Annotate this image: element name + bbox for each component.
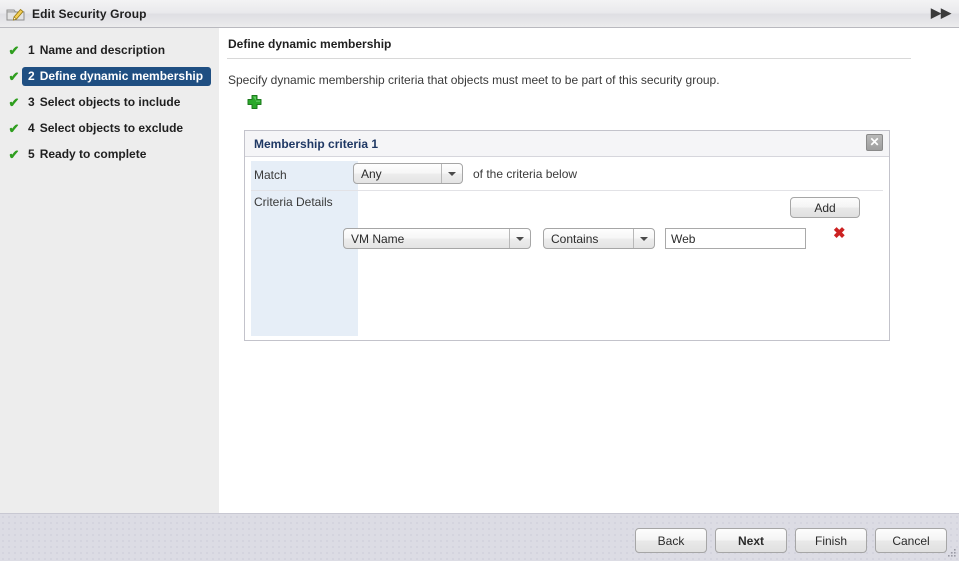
finish-button[interactable]: Finish xyxy=(795,528,867,553)
membership-criteria-title: Membership criteria 1 xyxy=(254,137,378,151)
green-plus-icon[interactable] xyxy=(246,94,263,111)
window-titlebar: Edit Security Group ▶▶ xyxy=(0,0,959,28)
sidebar-step-name-and-description[interactable]: ✔ 1Name and description xyxy=(0,40,219,60)
criterion-operator-value: Contains xyxy=(551,232,598,246)
step-number: 2 xyxy=(28,69,40,83)
step-complete-check-icon: ✔ xyxy=(6,44,22,57)
criteria-details-row-label: Criteria Details xyxy=(254,195,333,209)
add-criterion-button[interactable]: Add xyxy=(790,197,860,218)
match-row-label: Match xyxy=(254,168,287,182)
back-button[interactable]: Back xyxy=(635,528,707,553)
sidebar-step-select-objects-to-include[interactable]: ✔ 3Select objects to include xyxy=(0,92,219,112)
criterion-operator-select[interactable]: Contains xyxy=(543,228,655,249)
title-divider xyxy=(227,58,911,59)
window-title: Edit Security Group xyxy=(32,7,147,21)
criterion-attribute-select[interactable]: VM Name xyxy=(343,228,531,249)
step-number: 5 xyxy=(28,147,40,161)
row-divider xyxy=(251,190,883,191)
step-label-text: Name and description xyxy=(40,43,165,57)
match-select-value: Any xyxy=(361,167,382,181)
match-select[interactable]: Any xyxy=(353,163,463,184)
chevron-down-icon xyxy=(441,164,462,183)
step-complete-check-icon: ✔ xyxy=(6,96,22,109)
step-number: 1 xyxy=(28,43,40,57)
step-complete-check-icon: ✔ xyxy=(6,148,22,161)
match-suffix-text: of the criteria below xyxy=(473,167,577,181)
step-complete-check-icon: ✔ xyxy=(6,122,22,135)
delete-criterion-icon[interactable]: ✖ xyxy=(833,226,846,242)
resize-grip-icon[interactable] xyxy=(945,548,957,560)
chevron-down-icon xyxy=(509,229,530,248)
wizard-step-sidebar: ✔ 1Name and description ✔ 2Define dynami… xyxy=(0,28,219,513)
next-button[interactable]: Next xyxy=(715,528,787,553)
wizard-content-pane: Define dynamic membership Specify dynami… xyxy=(219,28,959,513)
membership-criteria-body: Match Criteria Details Any of the criter… xyxy=(245,157,889,340)
edit-security-group-dialog: Edit Security Group ▶▶ ✔ 1Name and descr… xyxy=(0,0,959,561)
wizard-step-list: ✔ 1Name and description ✔ 2Define dynami… xyxy=(0,40,219,164)
criteria-label-column xyxy=(251,161,358,336)
page-title: Define dynamic membership xyxy=(228,37,391,51)
membership-criteria-panel: Membership criteria 1 ✕ Match Criteria D… xyxy=(244,130,890,341)
close-icon[interactable]: ✕ xyxy=(866,134,883,151)
criterion-attribute-value: VM Name xyxy=(351,232,404,246)
step-complete-check-icon: ✔ xyxy=(6,70,22,83)
step-label-text: Select objects to exclude xyxy=(40,121,183,135)
step-number: 4 xyxy=(28,121,40,135)
sidebar-step-define-dynamic-membership[interactable]: ✔ 2Define dynamic membership xyxy=(0,66,219,86)
sidebar-step-select-objects-to-exclude[interactable]: ✔ 4Select objects to exclude xyxy=(0,118,219,138)
page-description: Specify dynamic membership criteria that… xyxy=(228,73,720,87)
dialog-footer: Back Next Finish Cancel xyxy=(0,513,959,561)
edit-security-group-icon xyxy=(6,5,26,23)
sidebar-step-ready-to-complete[interactable]: ✔ 5Ready to complete xyxy=(0,144,219,164)
step-label-text: Select objects to include xyxy=(40,95,181,109)
step-label-text: Ready to complete xyxy=(40,147,147,161)
criterion-value-input[interactable] xyxy=(665,228,806,249)
step-label-text: Define dynamic membership xyxy=(40,69,203,83)
footer-button-group: Back Next Finish Cancel xyxy=(635,528,947,553)
chevron-down-icon xyxy=(633,229,654,248)
membership-criteria-header: Membership criteria 1 ✕ xyxy=(245,131,889,157)
step-number: 3 xyxy=(28,95,40,109)
cancel-button[interactable]: Cancel xyxy=(875,528,947,553)
double-chevron-right-icon[interactable]: ▶▶ xyxy=(931,6,951,20)
